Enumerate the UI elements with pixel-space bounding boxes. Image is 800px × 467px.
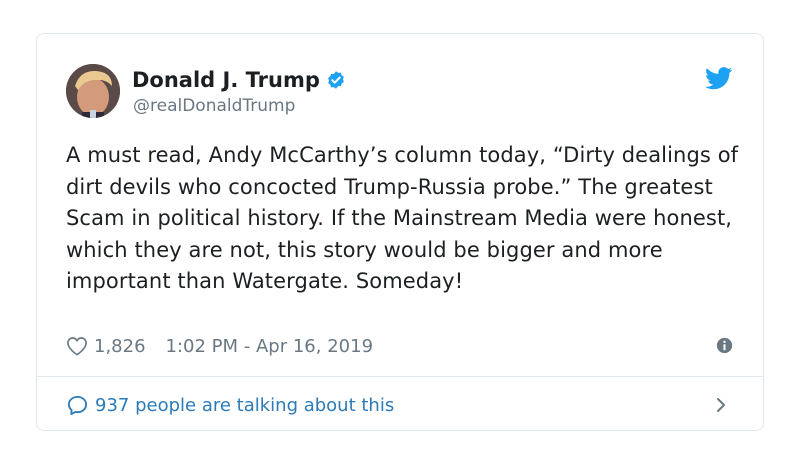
name-row: Donald J. Trump [132,67,346,93]
divider [37,376,763,377]
avatar[interactable] [66,64,120,118]
chevron-right-icon[interactable] [715,396,727,414]
twitter-bird-icon[interactable] [705,67,733,90]
verified-badge-icon [328,71,344,89]
info-icon[interactable] [716,337,733,354]
handle[interactable]: @realDonaldTrump [133,96,295,116]
conversation-link[interactable]: 937 people are talking about this [66,389,733,421]
tweet-card: Donald J. Trump @realDonaldTrump A must … [36,33,764,431]
tweet-text: A must read, Andy McCarthy’s column toda… [66,143,739,293]
conversation-count-text[interactable]: 937 people are talking about this [95,395,394,416]
heart-icon[interactable] [66,336,88,356]
display-name[interactable]: Donald J. Trump [132,68,320,92]
timestamp-link[interactable]: 1:02 PM - Apr 16, 2019 [166,336,373,357]
tweet-meta: 1,826 1:02 PM - Apr 16, 2019 [66,332,733,360]
avatar-photo [66,64,120,118]
tweet-header: Donald J. Trump @realDonaldTrump [66,64,763,120]
speech-bubble-icon [67,395,88,415]
like-count[interactable]: 1,826 [94,336,146,357]
